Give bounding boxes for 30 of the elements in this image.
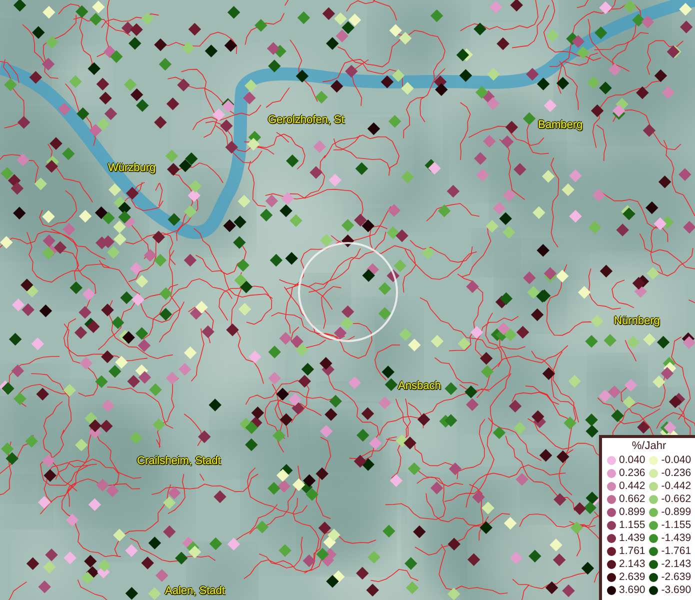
legend-value: -2.639 [661,571,692,584]
legend-value: -1.155 [661,519,692,532]
legend-value: -1.439 [661,532,692,545]
legend-value: 2.143 [619,558,646,571]
place-label: Crailsheim, Stadt [137,456,221,467]
legend-value: -0.442 [661,480,692,493]
legend-value: -3.690 [661,584,692,597]
legend-value: -1.761 [661,545,692,558]
legend-value: 0.236 [619,467,646,480]
place-label: Ansbach [398,381,441,392]
legend-value: 1.761 [619,545,646,558]
legend-value: -0.662 [661,493,692,506]
legend-value: -0.236 [661,467,692,480]
legend-value: -2.143 [661,558,692,571]
legend-value: -0.040 [661,454,692,467]
place-label: Aalen, Stadt [165,586,225,597]
legend-value: 1.155 [619,519,646,532]
legend-value: 0.040 [619,454,646,467]
legend-value: 1.439 [619,532,646,545]
place-label: Würzburg [108,163,156,174]
legend-value: 2.639 [619,571,646,584]
legend-title: %/Jahr [630,440,668,453]
legend-value: 0.442 [619,480,646,493]
place-label: Gerolzhofen, St [268,115,344,126]
place-label: Nürnberg [614,316,660,327]
legend-value: -0.899 [661,506,692,519]
legend-value: 0.899 [619,506,646,519]
legend-value: 3.690 [619,584,646,597]
place-label: Bamberg [538,120,583,131]
legend-value: 0.662 [619,493,646,506]
